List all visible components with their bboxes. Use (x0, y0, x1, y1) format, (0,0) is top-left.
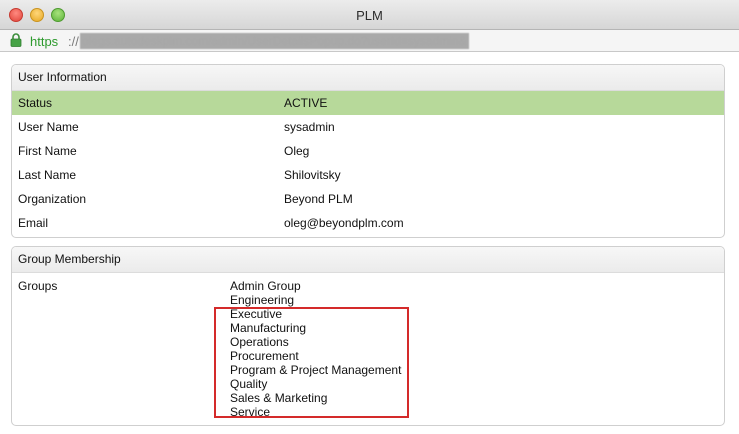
last-name-row: Last Name Shilovitsky (12, 163, 724, 187)
organization-label: Organization (18, 192, 87, 206)
email-label: Email (18, 216, 49, 230)
browser-window: PLM https :// olegs.autodeskplm.com/admi… (0, 0, 739, 434)
status-value: ACTIVE (284, 96, 328, 110)
email-value: oleg@beyondplm.com (284, 216, 404, 230)
url-scheme: https (30, 34, 59, 49)
group-membership-header: Group Membership (12, 247, 724, 273)
url-bar[interactable]: https :// olegs.autodeskplm.com/admin/Us… (0, 30, 739, 52)
first-name-value: Oleg (284, 144, 310, 158)
url-separator: :// (68, 34, 79, 49)
user-name-label: User Name (18, 120, 79, 134)
annotation-highlight-box (214, 307, 409, 418)
first-name-row: First Name Oleg (12, 139, 724, 163)
title-bar[interactable]: PLM (0, 0, 739, 30)
user-name-value: sysadmin (284, 120, 335, 134)
user-information-header: User Information (12, 65, 724, 91)
last-name-label: Last Name (18, 168, 77, 182)
status-label: Status (18, 96, 53, 110)
status-row: Status ACTIVE (12, 91, 724, 115)
url-path[interactable]: olegs.autodeskplm.com/admin/UserDetailsP… (80, 33, 469, 49)
lock-icon (10, 33, 22, 47)
group-item: Engineering (230, 293, 295, 307)
window-title: PLM (356, 8, 383, 23)
first-name-label: First Name (18, 144, 77, 158)
organization-row: Organization Beyond PLM (12, 187, 724, 211)
email-row: Email oleg@beyondplm.com (12, 211, 724, 235)
user-information-panel: User Information Status ACTIVE User Name… (11, 64, 725, 238)
groups-label: Groups (18, 279, 58, 293)
last-name-value: Shilovitsky (284, 168, 341, 182)
user-name-row: User Name sysadmin (12, 115, 724, 139)
group-item: Admin Group (230, 279, 301, 293)
organization-value: Beyond PLM (284, 192, 353, 206)
